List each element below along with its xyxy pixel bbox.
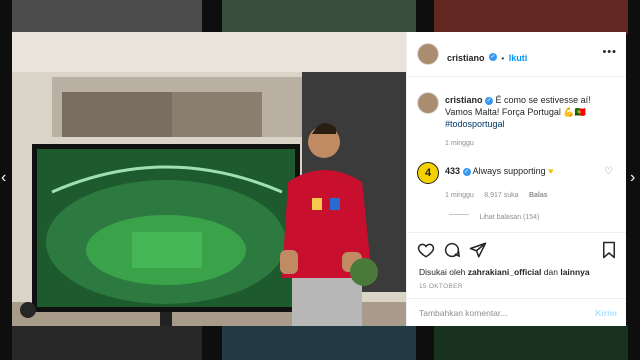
avatar[interactable]	[417, 43, 439, 65]
post-modal: cristiano ✓ • Ikuti ••• cristiano ✓ É co…	[12, 32, 626, 326]
post-image	[12, 32, 406, 326]
caption-line-1: É como se estivesse aí!	[495, 95, 591, 105]
comment-meta: 1 minggu 8,917 suka Balas	[445, 184, 548, 202]
post-header: cristiano ✓ • Ikuti •••	[407, 32, 626, 77]
bookmark-icon[interactable]	[601, 241, 617, 259]
caption-time[interactable]: 1 minggu	[445, 140, 474, 147]
comment-username[interactable]: 433	[445, 166, 460, 176]
comment-text: Always supporting	[472, 166, 546, 176]
tagged-users-icon[interactable]	[20, 302, 36, 318]
liked-by-rest[interactable]: lainnya	[560, 267, 589, 277]
post-sidebar: cristiano ✓ • Ikuti ••• cristiano ✓ É co…	[406, 32, 626, 326]
liked-by: Disukai oleh zahrakiani_official dan lai…	[419, 267, 590, 277]
post-comment-button[interactable]: Kirim	[595, 308, 617, 318]
liked-by-user[interactable]: zahrakiani_official	[468, 267, 542, 277]
hashtag-link[interactable]: #todosportugal	[445, 119, 505, 129]
reply-button[interactable]: Balas	[529, 192, 548, 199]
post-username[interactable]: cristiano	[447, 53, 485, 63]
verified-icon: ✓	[488, 52, 497, 61]
view-replies-label[interactable]: Lihat balasan (154)	[479, 214, 539, 221]
comment-icon[interactable]	[443, 241, 461, 259]
action-bar: Disukai oleh zahrakiani_official dan lai…	[407, 232, 626, 326]
left-arrow-icon[interactable]: ‹	[1, 170, 6, 186]
verified-icon: ✓	[462, 167, 471, 176]
post-photo-illustration	[12, 32, 406, 326]
caption: cristiano ✓ É como se estivesse aí! Vamo…	[445, 94, 620, 150]
liked-by-prefix: Disukai oleh	[419, 267, 466, 277]
right-arrow-icon[interactable]: ›	[630, 170, 635, 186]
view-replies[interactable]: Lihat balasan (154)	[449, 206, 539, 224]
liked-by-mid: dan	[543, 267, 558, 277]
reply-divider	[449, 214, 469, 216]
comment-input[interactable]	[419, 305, 579, 321]
verified-icon: ✓	[485, 96, 494, 105]
more-icon[interactable]: •••	[602, 46, 617, 58]
comment-likes[interactable]: 8,917 suka	[484, 192, 518, 199]
post-date[interactable]: 15 OKTOBER	[419, 283, 463, 290]
comment-form: Kirim	[407, 298, 626, 326]
avatar[interactable]: 4	[417, 162, 439, 184]
comment-time[interactable]: 1 minggu	[445, 192, 474, 199]
follow-button[interactable]: Ikuti	[509, 53, 528, 63]
comment-row: 433 ✓ Always supporting ♥	[445, 166, 553, 176]
separator-dot: •	[501, 54, 505, 63]
heart-icon[interactable]	[417, 241, 435, 259]
emoji-heart-icon: ♥	[548, 166, 554, 176]
avatar[interactable]	[417, 92, 439, 114]
caption-line-2: Vamos Malta! Força Portugal 💪🇵🇹	[445, 107, 586, 117]
caption-username[interactable]: cristiano	[445, 95, 483, 105]
share-icon[interactable]	[469, 241, 487, 259]
comment-like-icon[interactable]: ♡	[604, 166, 613, 177]
